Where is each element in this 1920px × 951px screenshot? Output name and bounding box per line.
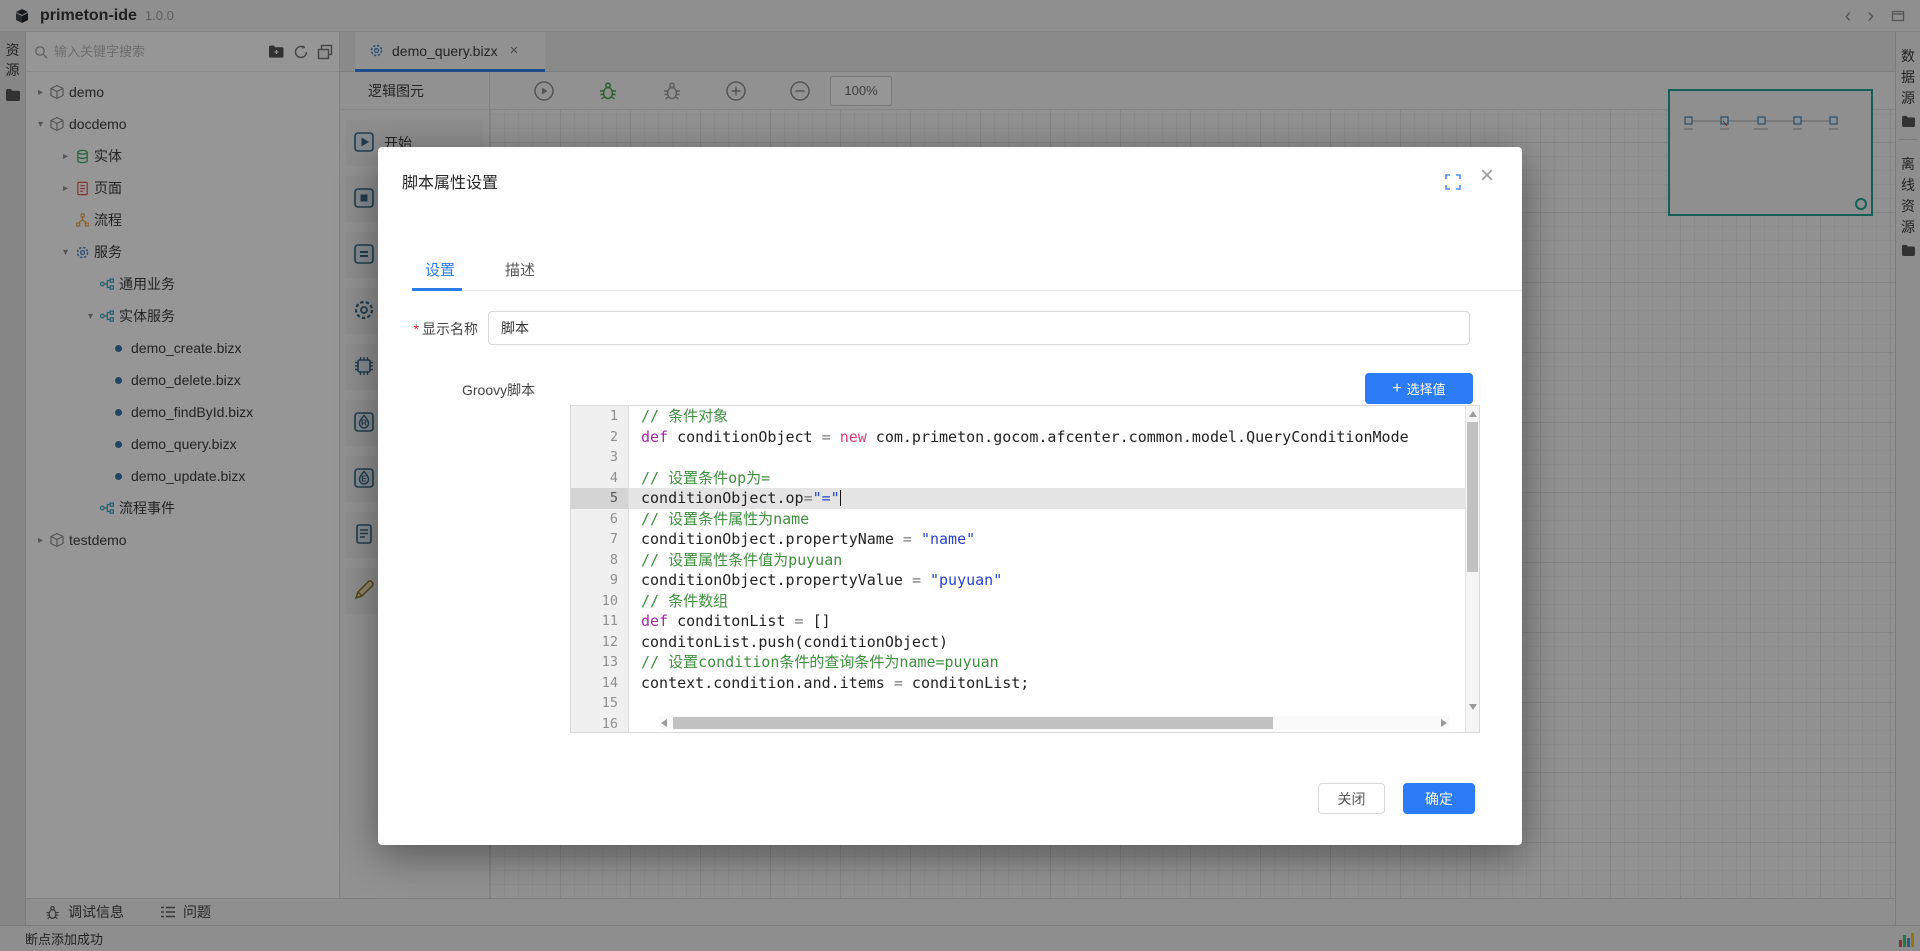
app-window: primeton-ide 1.0.0 ‹ › 资源 ▸demo▾docdemo▸… xyxy=(0,0,1920,951)
horizontal-scrollbar[interactable] xyxy=(659,716,1449,730)
code-line-3[interactable] xyxy=(629,447,1465,468)
line-number[interactable]: 3 xyxy=(571,447,628,468)
tab-active-indicator xyxy=(412,288,462,291)
text-cursor xyxy=(840,490,842,506)
code-area[interactable]: // 条件对象def conditionObject = new com.pri… xyxy=(629,406,1465,732)
vscroll-thumb[interactable] xyxy=(1467,422,1478,572)
line-number-gutter: 12345678910111213141516 xyxy=(571,406,629,732)
code-line-10[interactable]: // 条件数组 xyxy=(629,591,1465,612)
code-line-4[interactable]: // 设置条件op为= xyxy=(629,468,1465,489)
line-number[interactable]: 10 xyxy=(571,591,628,612)
line-number[interactable]: 7 xyxy=(571,529,628,550)
required-star: * xyxy=(414,321,419,337)
vertical-scrollbar[interactable] xyxy=(1465,406,1479,732)
line-number[interactable]: 6 xyxy=(571,509,628,530)
code-line-14[interactable]: context.condition.and.items = conditonLi… xyxy=(629,673,1465,694)
code-line-6[interactable]: // 设置条件属性为name xyxy=(629,509,1465,530)
tab-divider xyxy=(412,290,1522,291)
close-icon[interactable]: × xyxy=(1480,164,1494,188)
tab-description[interactable]: 描述 xyxy=(505,259,535,280)
maximize-icon[interactable] xyxy=(1445,174,1461,190)
line-number[interactable]: 2 xyxy=(571,427,628,448)
line-number[interactable]: 12 xyxy=(571,632,628,653)
select-value-button[interactable]: +选择值 xyxy=(1365,373,1473,404)
groovy-script-label: Groovy脚本 xyxy=(462,380,535,400)
scroll-up-arrow[interactable] xyxy=(1469,411,1477,417)
line-number[interactable]: 8 xyxy=(571,550,628,571)
dialog-title: 脚本属性设置 xyxy=(402,169,498,193)
line-number[interactable]: 1 xyxy=(571,406,628,427)
close-button[interactable]: 关闭 xyxy=(1318,783,1385,814)
line-number[interactable]: 9 xyxy=(571,570,628,591)
groovy-code-editor[interactable]: 12345678910111213141516 // 条件对象def condi… xyxy=(570,405,1480,733)
line-number[interactable]: 13 xyxy=(571,652,628,673)
code-line-11[interactable]: def conditonList = [] xyxy=(629,611,1465,632)
code-line-8[interactable]: // 设置属性条件值为puyuan xyxy=(629,550,1465,571)
line-number[interactable]: 14 xyxy=(571,673,628,694)
plus-icon: + xyxy=(1392,381,1401,397)
code-line-13[interactable]: // 设置condition条件的查询条件为name=puyuan xyxy=(629,652,1465,673)
line-number[interactable]: 16 xyxy=(571,714,628,734)
hscroll-thumb[interactable] xyxy=(673,717,1273,729)
display-name-input[interactable] xyxy=(488,311,1470,345)
line-number[interactable]: 5 xyxy=(571,488,628,509)
code-line-9[interactable]: conditionObject.propertyValue = "puyuan" xyxy=(629,570,1465,591)
script-properties-dialog: 脚本属性设置 × 设置 描述 *显示名称 Groovy脚本 +选择值 12345… xyxy=(378,147,1522,845)
display-name-label: *显示名称 xyxy=(378,319,478,339)
code-line-5[interactable]: conditionObject.op="=" xyxy=(629,488,1465,509)
ok-button[interactable]: 确定 xyxy=(1403,783,1475,814)
line-number[interactable]: 11 xyxy=(571,611,628,632)
scroll-left-arrow[interactable] xyxy=(661,719,667,727)
code-line-1[interactable]: // 条件对象 xyxy=(629,406,1465,427)
scroll-right-arrow[interactable] xyxy=(1441,719,1447,727)
tab-settings[interactable]: 设置 xyxy=(425,259,455,280)
code-line-7[interactable]: conditionObject.propertyName = "name" xyxy=(629,529,1465,550)
code-line-12[interactable]: conditonList.push(conditionObject) xyxy=(629,632,1465,653)
code-line-2[interactable]: def conditionObject = new com.primeton.g… xyxy=(629,427,1465,448)
code-line-15[interactable] xyxy=(629,693,1465,714)
line-number[interactable]: 4 xyxy=(571,468,628,489)
scroll-down-arrow[interactable] xyxy=(1469,704,1477,710)
line-number[interactable]: 15 xyxy=(571,693,628,714)
